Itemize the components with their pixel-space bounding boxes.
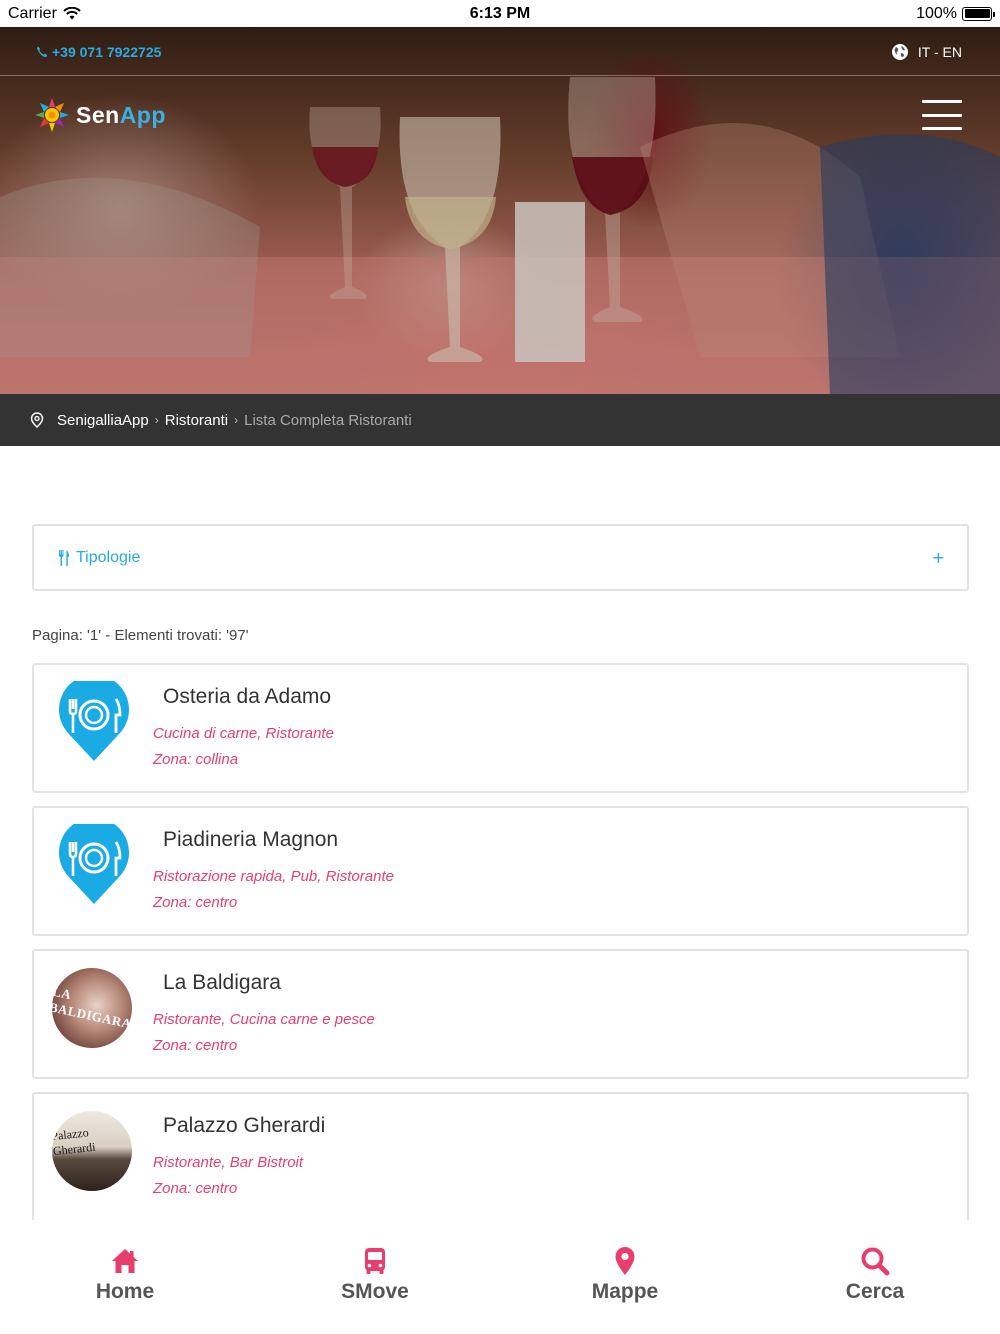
restaurant-name[interactable]: Piadineria Magnon (163, 828, 338, 852)
restaurant-pin-icon (59, 681, 129, 761)
restaurant-name[interactable]: La Baldigara (163, 971, 281, 995)
restaurant-types: Ristorante, Bar Bistroit (153, 1154, 304, 1171)
tab-mappe[interactable]: Mappe (500, 1220, 750, 1334)
breadcrumb-section[interactable]: Ristoranti (165, 412, 228, 429)
wifi-icon (63, 7, 81, 20)
restaurant-zone: Zona: centro (153, 1037, 238, 1054)
hero-banner: +39 071 7922725 IT - EN SenApp (0, 27, 1000, 394)
home-icon (112, 1249, 138, 1273)
status-bar: Carrier 6:13 PM 100% (0, 0, 1000, 27)
tab-cerca[interactable]: Cerca (750, 1220, 1000, 1334)
senapp-logo[interactable]: SenApp (34, 97, 166, 133)
restaurant-zone: Zona: centro (153, 1180, 238, 1197)
battery-percent: 100% (916, 4, 957, 22)
expand-icon: + (931, 548, 945, 567)
language-label: IT - EN (917, 44, 962, 60)
tab-label: Mappe (591, 1280, 659, 1303)
header-divider (0, 75, 1000, 76)
restaurant-name[interactable]: Palazzo Gherardi (163, 1114, 325, 1138)
restaurant-card[interactable]: Osteria da Adamo Cucina di carne, Ristor… (32, 663, 969, 793)
language-switcher[interactable]: IT - EN (891, 43, 962, 61)
photo-sign-text: LA BALDIGARA (47, 983, 134, 1032)
cutlery-icon (59, 549, 69, 566)
restaurant-card[interactable]: LA BALDIGARA La Baldigara Ristorante, Cu… (32, 949, 969, 1079)
filter-header: Tipologie (58, 549, 140, 567)
restaurant-name[interactable]: Osteria da Adamo (163, 685, 331, 709)
restaurant-types: Ristorante, Cucina carne e pesce (153, 1011, 375, 1028)
battery-icon (962, 6, 995, 21)
restaurant-card[interactable]: Palazzo Gherardi Palazzo Gherardi Ristor… (32, 1092, 969, 1222)
tab-label: Cerca (845, 1280, 905, 1303)
filter-label: Tipologie (76, 548, 141, 566)
phone-link[interactable]: +39 071 7922725 (36, 44, 161, 60)
restaurant-pin-icon (59, 824, 129, 904)
breadcrumb-home[interactable]: SenigalliaApp (57, 412, 149, 429)
restaurant-photo: LA BALDIGARA (44, 960, 140, 1056)
logo-text-app: App (119, 101, 166, 128)
globe-icon (891, 44, 908, 60)
photo-sign-text: Palazzo Gherardi (52, 1125, 97, 1159)
hero-overlay (0, 27, 1000, 394)
restaurant-types: Cucina di carne, Ristorante (153, 725, 334, 742)
tab-home[interactable]: Home (0, 1220, 250, 1334)
pagination-info: Pagina: '1' - Elementi trovati: '97' (32, 627, 249, 644)
phone-icon (36, 46, 48, 58)
phone-number: +39 071 7922725 (52, 44, 162, 60)
location-pin-icon (30, 412, 44, 428)
menu-button[interactable] (922, 100, 962, 130)
restaurant-zone: Zona: centro (153, 894, 238, 911)
restaurant-zone: Zona: collina (153, 751, 239, 768)
bus-icon (365, 1248, 385, 1274)
restaurant-types: Ristorazione rapida, Pub, Ristorante (153, 868, 394, 885)
status-left: Carrier (8, 5, 81, 23)
menu-bar (922, 127, 962, 130)
tipologie-filter-toggle[interactable]: Tipologie + (32, 524, 969, 591)
breadcrumb-separator: › (234, 413, 239, 427)
restaurant-card[interactable]: Piadineria Magnon Ristorazione rapida, P… (32, 806, 969, 936)
bottom-tab-bar: Home SMove Mappe Cerca (0, 1220, 1000, 1334)
sun-logo-icon (35, 98, 69, 132)
battery-fill (964, 9, 990, 18)
logo-text-sen: Sen (76, 101, 120, 128)
search-icon (861, 1247, 890, 1276)
status-right: 100% (916, 4, 995, 23)
menu-bar (922, 100, 962, 103)
restaurant-list: Osteria da Adamo Cucina di carne, Ristor… (32, 663, 969, 1235)
logo-wordmark: SenApp (76, 102, 166, 129)
breadcrumb: SenigalliaApp › Ristoranti › Lista Compl… (0, 394, 1000, 446)
breadcrumb-separator: › (154, 413, 159, 427)
clock: 6:13 PM (469, 4, 531, 22)
restaurant-photo: Palazzo Gherardi (52, 1111, 132, 1191)
tab-label: Home (95, 1280, 155, 1303)
tab-label: SMove (341, 1280, 409, 1303)
carrier-label: Carrier (8, 4, 57, 22)
breadcrumb-current: Lista Completa Ristoranti (244, 411, 412, 429)
map-pin-icon (615, 1247, 635, 1275)
tab-smove[interactable]: SMove (250, 1220, 500, 1334)
menu-bar (922, 113, 962, 117)
